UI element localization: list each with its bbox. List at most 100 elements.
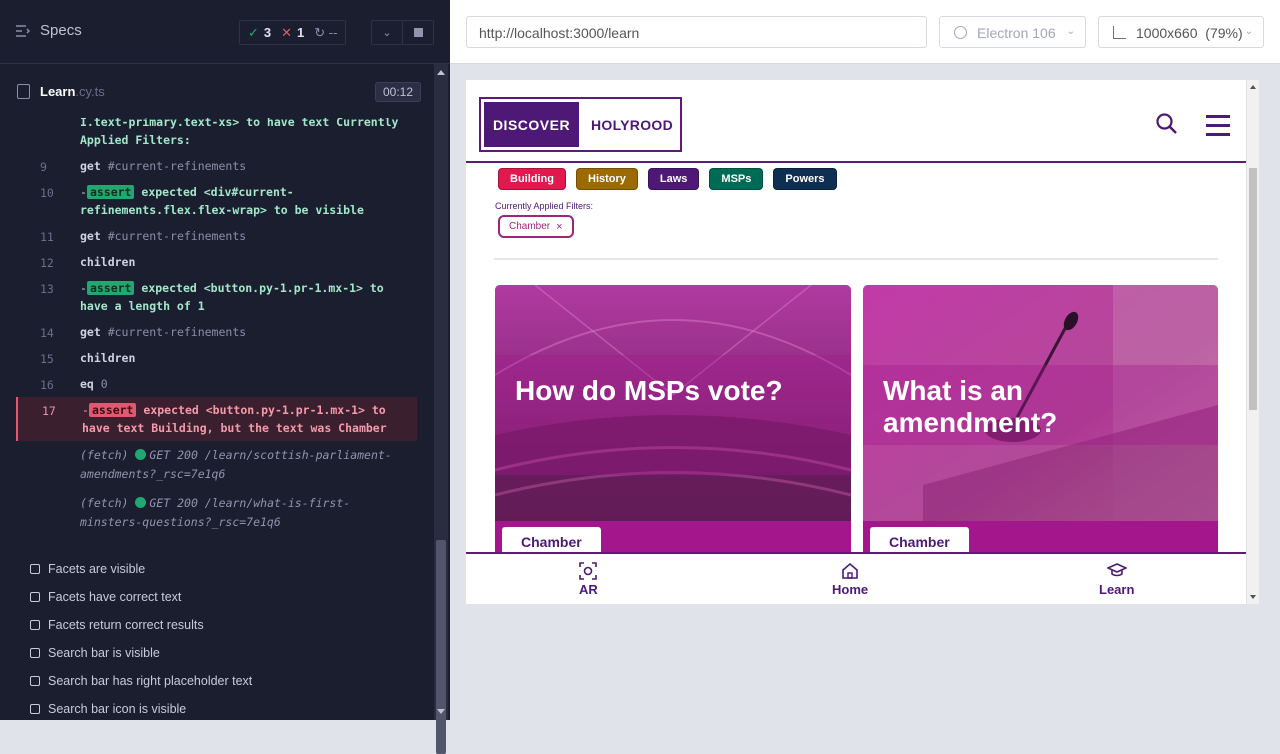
- nav-learn[interactable]: Learn: [1099, 562, 1134, 597]
- chevron-down-icon[interactable]: ⌄: [371, 20, 403, 45]
- command-row[interactable]: 16 eq 0: [16, 371, 417, 397]
- app-under-test: DISCOVER HOLYROOD Building History Laws MSP…: [466, 80, 1246, 604]
- test-status-icon: [30, 648, 40, 658]
- facet-button-history[interactable]: History: [576, 168, 638, 190]
- pending-icon: ↻ --: [314, 24, 338, 40]
- scroll-thumb[interactable]: [1249, 168, 1257, 410]
- test-item[interactable]: Facets have correct text: [0, 583, 432, 611]
- nav-home[interactable]: Home: [832, 562, 868, 597]
- runner-scrollbar[interactable]: [434, 64, 448, 754]
- command-log: I.text-primary.text-xs> to have text Cur…: [16, 118, 417, 542]
- site-logo[interactable]: DISCOVER HOLYROOD: [479, 97, 682, 152]
- test-status-icon: [30, 592, 40, 602]
- test-title: Facets have correct text: [48, 590, 182, 604]
- facet-list: Building History Laws MSPs Powers: [498, 168, 837, 190]
- spec-file-header[interactable]: Learn.cy.ts: [0, 64, 432, 118]
- command-text: eq: [80, 377, 94, 391]
- test-item[interactable]: Search bar is visible: [0, 639, 432, 667]
- spec-file-name: Learn.cy.ts: [40, 84, 105, 99]
- command-text: 0: [93, 377, 108, 391]
- scroll-up-icon[interactable]: [437, 70, 445, 75]
- aut-scrollbar[interactable]: [1247, 80, 1259, 604]
- command-text: get: [80, 229, 101, 243]
- command-text: children: [80, 351, 136, 365]
- stop-button[interactable]: [402, 20, 434, 45]
- test-title: Search bar is visible: [48, 646, 160, 660]
- scroll-down-icon[interactable]: [1250, 595, 1256, 599]
- browser-select[interactable]: Electron 106 ⌄: [939, 16, 1086, 48]
- graduation-cap-icon: [1106, 563, 1127, 577]
- assert-badge-failed: assert: [88, 403, 137, 417]
- scroll-up-icon[interactable]: [1250, 85, 1256, 89]
- browser-icon: [954, 26, 967, 39]
- status-dot-icon: [135, 449, 147, 460]
- test-stats: ✓ 3 ✕ 1 ↻ --: [239, 20, 347, 45]
- test-title: Facets are visible: [48, 562, 146, 576]
- command-row-failed[interactable]: 17- assert expected <button.py-1.pr-1.mx-…: [16, 397, 417, 441]
- applied-filter-chip[interactable]: Chamber ×: [498, 215, 574, 238]
- test-title: Search bar has right placeholder text: [48, 674, 253, 688]
- fetch-log-row[interactable]: (fetch) GET 200 /learn/what-is-first-min…: [16, 489, 417, 537]
- applied-filters-label: Currently Applied Filters:: [495, 201, 594, 211]
- viewport-icon: [1113, 26, 1126, 39]
- test-status-icon: [30, 704, 40, 714]
- nav-ar[interactable]: AR: [579, 562, 598, 597]
- test-list: Facets are visible Facets have correct te…: [0, 555, 432, 723]
- test-title: Facets return correct results: [48, 618, 204, 632]
- fetch-label: (fetch): [80, 448, 129, 462]
- scroll-down-icon[interactable]: [437, 709, 445, 714]
- command-row[interactable]: 9 get #current-refinements: [16, 153, 417, 179]
- command-text: get: [80, 325, 101, 339]
- assert-badge: assert: [86, 281, 135, 295]
- command-text: -: [80, 185, 87, 199]
- command-row[interactable]: 14 get #current-refinements: [16, 319, 417, 345]
- card-title: What is an amendment?: [883, 375, 1058, 438]
- test-item[interactable]: Search bar icon is visible: [0, 695, 432, 723]
- command-row[interactable]: I.text-primary.text-xs> to have text Cur…: [16, 118, 417, 153]
- command-text: children: [80, 255, 136, 269]
- command-row[interactable]: 11 get #current-refinements: [16, 223, 417, 249]
- url-bar[interactable]: http://localhost:3000/learn: [466, 16, 927, 48]
- command-number: 10: [40, 186, 54, 200]
- command-row[interactable]: 12 children: [16, 249, 417, 275]
- aut-header: http://localhost:3000/learn Electron 106…: [450, 0, 1280, 64]
- command-number: 16: [40, 378, 54, 392]
- assert-badge: assert: [86, 185, 135, 199]
- command-number: 11: [40, 230, 54, 244]
- divider: [494, 258, 1218, 260]
- viewport-select[interactable]: 1000x660 (79%) ⌄: [1098, 16, 1264, 48]
- command-number: 9: [40, 160, 47, 174]
- specs-toggle[interactable]: Specs: [16, 22, 82, 39]
- close-icon[interactable]: ×: [556, 221, 562, 233]
- facet-button-powers[interactable]: Powers: [773, 168, 837, 190]
- command-row[interactable]: 13- assert expected <button.py-1.pr-1.mx-…: [16, 275, 417, 319]
- facet-button-building[interactable]: Building: [498, 168, 566, 190]
- command-text: get: [80, 159, 101, 173]
- test-status-icon: [30, 620, 40, 630]
- command-text: #current-refinements: [100, 229, 247, 243]
- cypress-runner-panel: Specs ✓ 3 ✕ 1 ↻ -- ⌄ Learn.cy.ts 00:12 I.t…: [0, 0, 450, 754]
- scroll-thumb[interactable]: [436, 540, 446, 754]
- test-item[interactable]: Search bar has right placeholder text: [0, 667, 432, 695]
- fetch-log-row[interactable]: (fetch) GET 200 /learn/scottish-parliame…: [16, 441, 417, 489]
- ar-icon: [579, 562, 598, 580]
- search-icon[interactable]: [1156, 113, 1178, 135]
- site-header: DISCOVER HOLYROOD: [466, 80, 1246, 163]
- command-row[interactable]: 10- assert expected <div#current-refineme…: [16, 179, 417, 223]
- command-number: 13: [40, 282, 54, 296]
- command-number: 14: [40, 326, 54, 340]
- specs-title: Specs: [40, 22, 82, 39]
- command-row[interactable]: 15 children: [16, 345, 417, 371]
- test-item[interactable]: Facets return correct results: [0, 611, 432, 639]
- facet-button-laws[interactable]: Laws: [647, 168, 700, 190]
- facet-button-msps[interactable]: MSPs: [709, 168, 764, 190]
- home-icon: [842, 562, 858, 579]
- run-timer: 00:12: [375, 82, 422, 102]
- menu-icon[interactable]: [1206, 115, 1230, 142]
- chevron-down-icon: ⌄: [1244, 26, 1253, 37]
- test-item[interactable]: Facets are visible: [0, 555, 432, 583]
- command-text: -: [80, 281, 87, 295]
- test-status-icon: [30, 564, 40, 574]
- bottom-nav: AR Home Learn: [466, 552, 1246, 604]
- test-title: Search bar icon is visible: [48, 702, 187, 716]
